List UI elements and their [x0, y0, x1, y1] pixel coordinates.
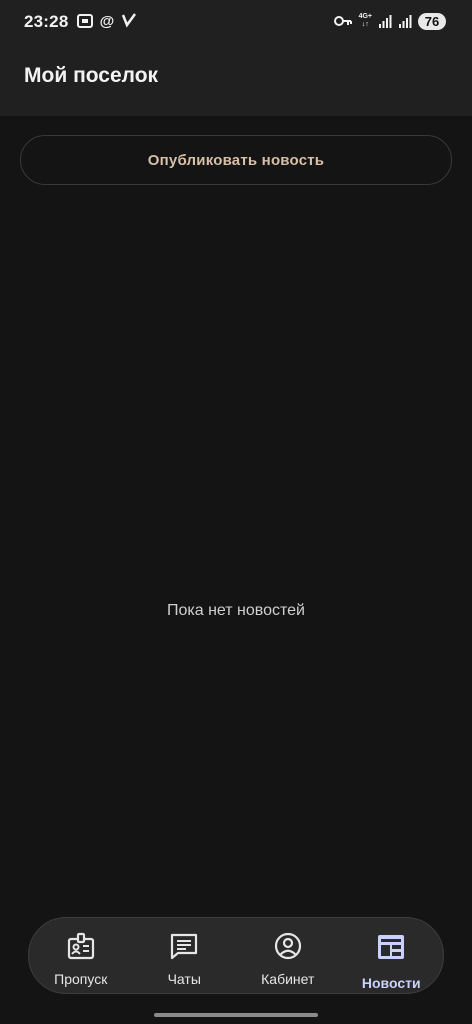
- news-icon: [378, 935, 405, 959]
- status-time: 23:28: [24, 12, 69, 31]
- chat-icon: [171, 933, 198, 960]
- network-type-label: 4G+ ↓↑: [358, 13, 372, 28]
- nav-item-chats[interactable]: Чаты: [133, 918, 237, 993]
- nav-label-pass: Пропуск: [54, 971, 108, 987]
- empty-state-message: Пока нет новостей: [166, 602, 305, 619]
- nav-label-chats: Чаты: [167, 971, 201, 987]
- check-icon: [120, 12, 138, 32]
- nav-item-cabinet[interactable]: Кабинет: [236, 918, 340, 993]
- screenshot-icon: [76, 12, 94, 32]
- publish-news-button[interactable]: Опубликовать новость: [20, 135, 452, 185]
- app-bar: Мой поселок: [0, 44, 472, 116]
- status-bar: 23:28 @ 4G+ ↓↑ 76: [0, 0, 472, 44]
- status-right-icons: 4G+ ↓↑ 76: [333, 11, 446, 31]
- nav-label-cabinet: Кабинет: [261, 971, 315, 987]
- nav-item-pass[interactable]: Пропуск: [29, 918, 133, 993]
- status-left-icons: @: [76, 12, 138, 32]
- page-title: Мой поселок: [24, 64, 159, 87]
- nav-label-news: Новости: [361, 975, 421, 991]
- signal-2-icon: [399, 15, 412, 28]
- battery-indicator: 76: [418, 12, 446, 30]
- at-icon: @: [99, 13, 115, 30]
- nav-item-news[interactable]: Новости: [340, 918, 444, 993]
- badge-icon: [67, 932, 94, 960]
- publish-news-button-label: Опубликовать новость: [147, 151, 325, 169]
- profile-icon: [274, 932, 301, 960]
- vpn-key-icon: [333, 16, 352, 26]
- bottom-navigation: Пропуск Чаты Кабинет Новости: [28, 917, 444, 994]
- home-indicator[interactable]: [154, 1013, 318, 1017]
- signal-1-icon: [379, 15, 392, 28]
